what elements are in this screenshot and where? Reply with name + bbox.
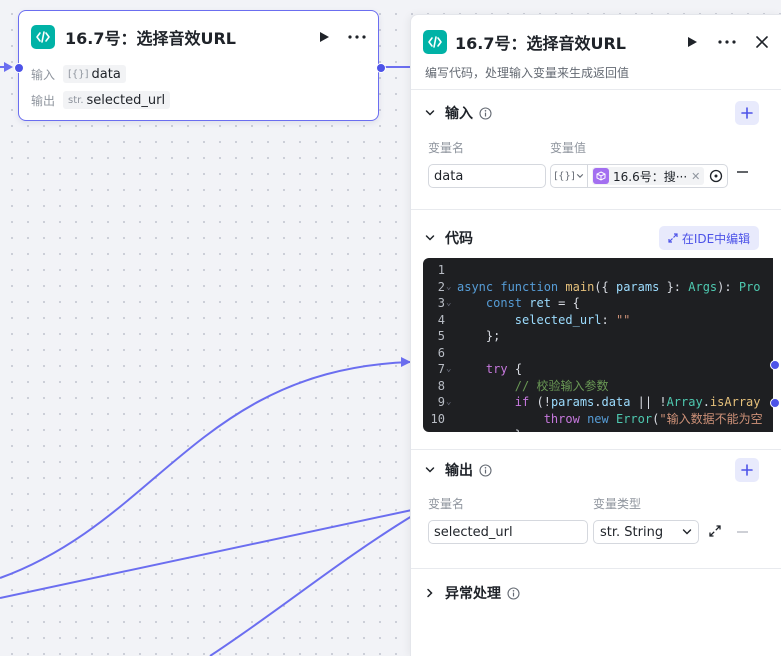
node-settings-panel: 16.7号：选择音效URL 编写代码，处理输入变量来生成返回值 输入 变量名 变… (410, 14, 781, 656)
run-icon[interactable] (318, 31, 330, 43)
code-icon (423, 30, 447, 54)
code-text: try { (485, 362, 523, 376)
output-col-name: 变量名 (428, 497, 465, 511)
expand-icon (668, 233, 678, 243)
line-number: 6 (437, 345, 445, 360)
type-selector[interactable]: [{}] (551, 165, 588, 187)
chevron-down-icon (682, 527, 692, 537)
array-object-type-icon: [{}] (554, 170, 575, 182)
code-section-header[interactable]: 代码 (425, 228, 473, 248)
panel-title: 16.7号：选择音效URL (455, 34, 626, 53)
divider (411, 89, 781, 90)
code-text: selected_url: "" (514, 312, 631, 327)
node-input-name: data (91, 66, 121, 82)
error-section-header[interactable]: 异常处理 (425, 583, 520, 603)
error-section-title: 异常处理 (445, 586, 501, 602)
node-output-name: selected_url (86, 92, 166, 108)
expand-icon[interactable] (708, 524, 722, 538)
remove-input-button[interactable] (737, 171, 748, 173)
line-number: 2 (437, 279, 445, 294)
code-text: }; (457, 329, 501, 343)
remove-output-button[interactable] (737, 531, 748, 533)
output-col-type: 变量类型 (593, 497, 642, 511)
cube-icon (593, 168, 609, 184)
line-number: 1 (437, 263, 445, 277)
line-number: 4 (437, 312, 445, 327)
node-output-row: 输出 str. selected_url (31, 91, 171, 109)
line-number: 10 (430, 411, 445, 426)
node-input-tag: [{}] data (63, 65, 126, 83)
input-var-name-field[interactable]: data (428, 164, 546, 188)
output-var-name-field[interactable]: selected_url (428, 520, 588, 544)
code-text: throw new Error("输入数据不能为空 (543, 411, 763, 426)
code-section-title: 代码 (445, 231, 473, 247)
node-input-port[interactable] (14, 63, 24, 73)
more-icon[interactable] (718, 40, 736, 44)
variable-reference-chip[interactable]: 16.6号：搜··· ✕ (592, 167, 705, 185)
code-text: if (!params.data || !Array.isArray (514, 395, 761, 409)
close-icon[interactable] (756, 36, 768, 48)
line-number: 5 (437, 329, 445, 343)
line-number: 9 (437, 395, 445, 409)
node-output-port[interactable] (376, 63, 386, 73)
remove-reference-icon[interactable]: ✕ (691, 170, 700, 183)
hidden-node-port[interactable] (770, 398, 780, 408)
target-icon[interactable] (709, 169, 723, 183)
info-icon[interactable] (479, 463, 492, 477)
divider (411, 449, 781, 450)
input-col-value: 变量值 (550, 141, 587, 155)
chevron-right-icon[interactable] (425, 588, 435, 598)
code-node-card[interactable]: 16.7号：选择音效URL 输入 [{}] data 输出 str. selec… (18, 10, 379, 121)
node-output-tag: str. selected_url (63, 91, 171, 109)
add-output-button[interactable] (735, 458, 759, 482)
string-type-icon: str. (68, 94, 84, 106)
node-header: 16.7号：选择音效URL (31, 23, 366, 51)
code-text: // 校验输入参数 (514, 378, 609, 393)
input-section-title: 输入 (445, 106, 473, 122)
line-number: 7 (437, 362, 445, 376)
code-text: } (457, 427, 522, 432)
node-output-label: 输出 (31, 93, 56, 108)
code-editor[interactable]: 1 2 ⌄ async function main({ params }: Args)… (423, 258, 773, 432)
edit-in-ide-button[interactable]: 在IDE中编辑 (659, 226, 759, 250)
code-text: async function main({ params }: Args): P… (457, 279, 761, 294)
node-title: 16.7号：选择音效URL (65, 29, 236, 48)
edit-in-ide-label: 在IDE中编辑 (681, 231, 751, 246)
input-var-value-select[interactable]: [{}] 16.6号：搜··· ✕ (550, 164, 728, 188)
input-col-name: 变量名 (428, 141, 465, 155)
info-icon[interactable] (479, 106, 492, 120)
chevron-down-icon (576, 174, 583, 178)
line-number: 8 (437, 378, 445, 393)
panel-subtitle: 编写代码，处理输入变量来生成返回值 (425, 66, 630, 80)
array-object-type-icon: [{}] (68, 68, 89, 80)
code-icon (31, 25, 55, 49)
panel-header: 16.7号：选择音效URL (423, 29, 768, 55)
output-var-type-select[interactable]: str. String (593, 520, 699, 544)
hidden-node-port[interactable] (770, 360, 780, 370)
node-input-row: 输入 [{}] data (31, 65, 126, 83)
run-icon[interactable] (686, 36, 698, 48)
divider (411, 209, 781, 210)
reference-label: 16.6号：搜··· (613, 169, 688, 184)
divider (411, 568, 781, 569)
output-section-header[interactable]: 输出 (425, 460, 492, 480)
output-var-type-value: str. String (600, 524, 664, 540)
fold-chevron-icon[interactable]: ⌄ (446, 279, 451, 296)
more-icon[interactable] (348, 35, 366, 39)
add-input-button[interactable] (735, 101, 759, 125)
chevron-down-icon[interactable] (425, 465, 435, 475)
info-icon[interactable] (507, 586, 520, 600)
output-section-title: 输出 (445, 463, 473, 479)
fold-chevron-icon[interactable]: ⌄ (446, 361, 451, 378)
line-number: 3 (437, 296, 445, 310)
node-input-label: 输入 (31, 67, 56, 82)
chevron-down-icon[interactable] (425, 233, 435, 243)
fold-chevron-icon[interactable]: ⌄ (446, 394, 451, 411)
fold-chevron-icon[interactable]: ⌄ (446, 295, 451, 312)
input-section-header[interactable]: 输入 (425, 103, 492, 123)
chevron-down-icon[interactable] (425, 108, 435, 118)
code-text: const ret = { (485, 296, 580, 310)
